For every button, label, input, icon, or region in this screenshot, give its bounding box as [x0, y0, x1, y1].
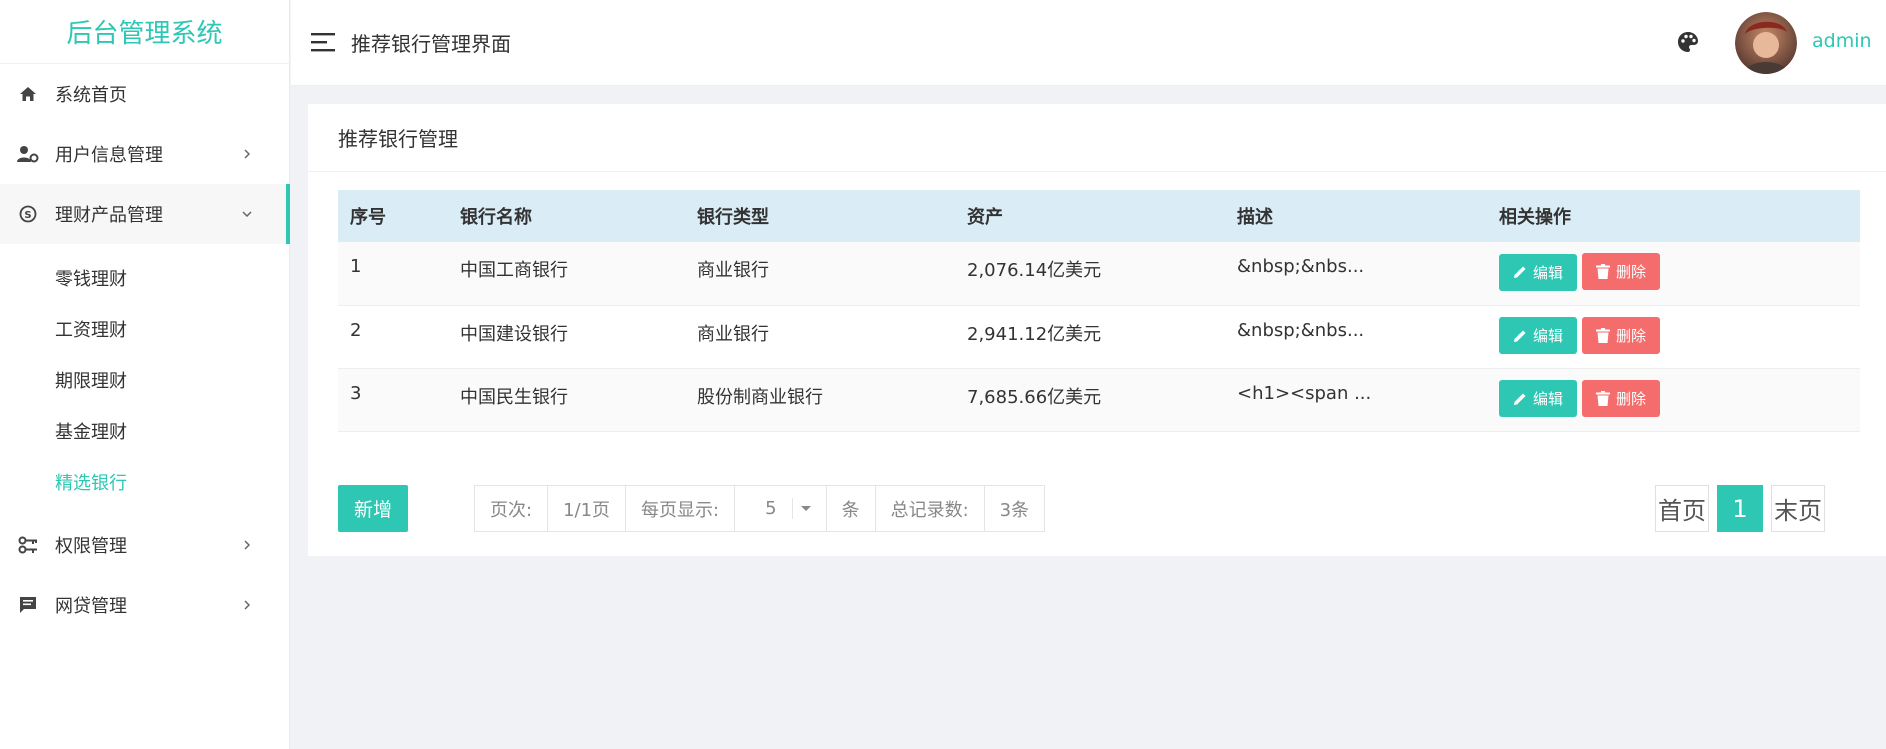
cell-type: 商业银行	[697, 260, 769, 281]
cell-id: 2	[350, 319, 362, 341]
edit-button[interactable]: 编辑	[1499, 380, 1578, 417]
page-label: 页次:	[475, 486, 549, 531]
delete-button[interactable]: 删除	[1582, 316, 1661, 354]
table-row: 1 中国工商银行 商业银行 2,076.14亿美元 &nbsp;&nbs... …	[338, 242, 1860, 305]
pager-info: 页次: 1/1页 每页显示: 5 条 总记录数: 3条	[474, 485, 1046, 532]
app-logo: 后台管理系统	[0, 0, 289, 64]
total-label: 总记录数:	[876, 486, 985, 531]
trash-icon	[1596, 390, 1611, 406]
palette-icon[interactable]	[1676, 30, 1700, 54]
current-page-button[interactable]: 1	[1717, 485, 1763, 532]
cell-desc: <h1><span ...	[1237, 382, 1372, 404]
cell-actions: 编辑 删除	[1487, 242, 1860, 305]
delete-button[interactable]: 删除	[1582, 379, 1661, 417]
edit-label: 编辑	[1533, 390, 1564, 408]
table-row: 2 中国建设银行 商业银行 2,941.12亿美元 &nbsp;&nbs... …	[338, 305, 1860, 368]
cell-name: 中国民生银行	[460, 386, 568, 408]
first-page-button[interactable]: 首页	[1655, 485, 1709, 532]
delete-label: 删除	[1616, 389, 1647, 408]
submenu-item-change[interactable]: 零钱理财	[0, 252, 289, 303]
submenu-item-term[interactable]: 期限理财	[0, 354, 289, 405]
table-row: 3 中国民生银行 股份制商业银行 7,685.66亿美元 <h1><span .…	[338, 368, 1860, 431]
cell-name: 中国建设银行	[460, 323, 568, 345]
chevron-right-icon	[241, 148, 253, 160]
per-page-select[interactable]: 5	[735, 486, 827, 531]
home-icon	[16, 82, 40, 106]
sidebar-item-label: 系统首页	[55, 85, 127, 106]
top-header: 推荐银行管理界面 admin	[291, 0, 1886, 86]
sidebar-item-label: 用户信息管理	[55, 145, 163, 166]
submenu-item-banks[interactable]: 精选银行	[0, 456, 289, 507]
main-card: 推荐银行管理 序号 银行名称 银行类型 资产 描述 相关操作 1 中国工商银行 …	[308, 104, 1886, 556]
delete-label: 删除	[1616, 326, 1647, 345]
sidebar-item-loans[interactable]: 网贷管理	[0, 575, 289, 635]
bank-table: 序号 银行名称 银行类型 资产 描述 相关操作 1 中国工商银行 商业银行 2,…	[338, 190, 1860, 432]
cell-assets: 2,076.14亿美元	[967, 260, 1102, 281]
caret-down-icon	[800, 506, 811, 511]
pencil-icon	[1514, 266, 1526, 278]
submenu-products: 零钱理财 工资理财 期限理财 基金理财 精选银行	[0, 244, 289, 515]
card-title: 推荐银行管理	[308, 104, 1886, 172]
cell-desc: &nbsp;&nbs...	[1237, 319, 1365, 341]
edit-button[interactable]: 编辑	[1499, 317, 1578, 354]
pencil-icon	[1514, 330, 1526, 342]
chevron-right-icon	[241, 539, 253, 551]
edit-label: 编辑	[1533, 263, 1564, 282]
trash-icon	[1596, 327, 1611, 343]
pencil-icon	[1514, 393, 1526, 405]
column-header: 描述	[1237, 207, 1273, 228]
cell-assets: 2,941.12亿美元	[967, 323, 1102, 345]
chevron-down-icon	[241, 208, 253, 220]
unit-label: 条	[827, 486, 876, 531]
submenu-item-salary[interactable]: 工资理财	[0, 303, 289, 354]
delete-label: 删除	[1616, 263, 1647, 281]
sidebar-item-label: 权限管理	[55, 536, 127, 557]
cell-desc: &nbsp;&nbs...	[1237, 256, 1365, 277]
user-settings-icon	[16, 142, 40, 166]
sidebar-item-label: 网贷管理	[55, 596, 127, 617]
sidebar-item-label: 理财产品管理	[55, 205, 163, 226]
last-page-button[interactable]: 末页	[1771, 485, 1825, 532]
cell-id: 3	[350, 382, 362, 404]
column-header: 相关操作	[1499, 207, 1571, 228]
trash-icon	[1596, 264, 1611, 279]
cell-type: 股份制商业银行	[697, 386, 823, 408]
edit-label: 编辑	[1533, 327, 1564, 345]
sidebar: 后台管理系统 系统首页 用户信息管理 S 理财产品管理 零钱理财 工资理财 期限…	[0, 0, 290, 749]
cell-assets: 7,685.66亿美元	[967, 386, 1102, 408]
cell-actions: 编辑 删除	[1487, 305, 1860, 368]
add-button[interactable]: 新增	[338, 485, 408, 532]
table-footer: 新增 页次: 1/1页 每页显示: 5 条 总记录数: 3条 首页 1 末页	[338, 485, 1860, 533]
total-value: 3条	[999, 499, 1030, 521]
column-header: 序号	[350, 207, 386, 228]
submenu-item-fund[interactable]: 基金理财	[0, 405, 289, 456]
username[interactable]: admin	[1812, 30, 1872, 52]
menu-toggle-icon[interactable]	[311, 31, 337, 53]
per-page-label: 每页显示:	[626, 486, 736, 531]
sidebar-item-home[interactable]: 系统首页	[0, 64, 289, 124]
delete-button[interactable]: 删除	[1582, 253, 1661, 290]
sidebar-item-products[interactable]: S 理财产品管理	[0, 184, 290, 244]
sidebar-item-user-info[interactable]: 用户信息管理	[0, 124, 289, 184]
message-icon	[16, 593, 40, 617]
chevron-right-icon	[241, 599, 253, 611]
skype-icon: S	[16, 202, 40, 226]
sidebar-item-permissions[interactable]: 权限管理	[0, 515, 289, 575]
key-icon	[16, 533, 40, 557]
table-header-row: 序号 银行名称 银行类型 资产 描述 相关操作	[338, 190, 1860, 242]
column-header: 银行名称	[460, 207, 532, 228]
pagination: 首页 1 末页	[1655, 485, 1825, 532]
page-title: 推荐银行管理界面	[351, 32, 511, 56]
edit-button[interactable]: 编辑	[1499, 253, 1578, 291]
cell-id: 1	[350, 256, 362, 277]
per-page-value: 5	[750, 498, 793, 519]
cell-type: 商业银行	[697, 323, 769, 345]
column-header: 银行类型	[697, 207, 769, 228]
avatar[interactable]	[1735, 12, 1797, 74]
page-value: 1/1页	[548, 486, 627, 531]
cell-actions: 编辑 删除	[1487, 368, 1860, 431]
cell-name: 中国工商银行	[460, 260, 568, 281]
column-header: 资产	[967, 207, 1003, 228]
svg-text:S: S	[24, 210, 31, 221]
